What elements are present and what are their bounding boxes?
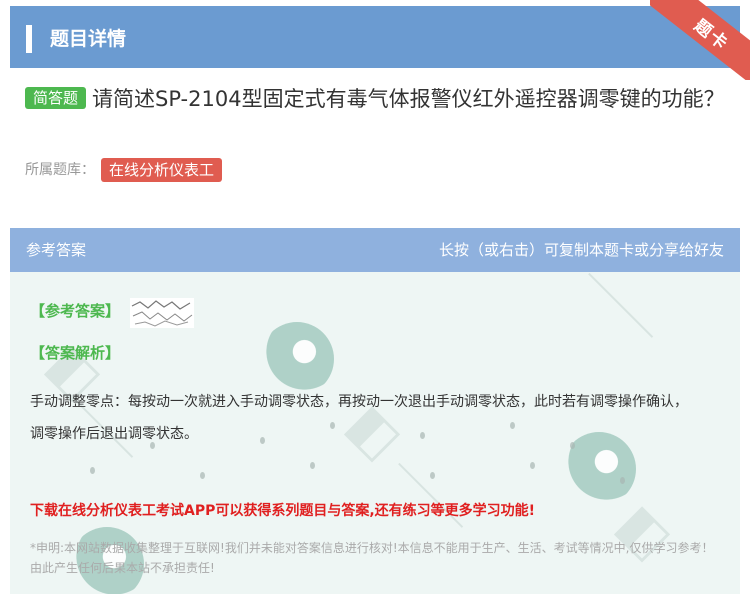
- speckle: [90, 467, 95, 474]
- ribbon-label: 题卡: [650, 0, 750, 80]
- reference-answer-label: 【参考答案】: [30, 302, 121, 320]
- header-accent-bar: [26, 25, 32, 53]
- answer-image-placeholder: [130, 298, 194, 328]
- question-bank-row: 所属题库： 在线分析仪表工: [25, 158, 223, 182]
- header-bar: 题目详情: [10, 6, 740, 68]
- speckle: [530, 462, 535, 469]
- bank-name-link[interactable]: 在线分析仪表工: [101, 158, 223, 182]
- question-text: 请简述SP-2104型固定式有毒气体报警仪红外遥控器调零键的功能？: [92, 87, 725, 111]
- disclaimer-text: *申明:本网站数据收集整理于互联网!我们并未能对答案信息进行核对!本信息不能用于…: [30, 541, 714, 575]
- corner-ribbon: 题卡: [650, 0, 750, 80]
- share-hint: 长按（或右击）可复制本题卡或分享给好友: [438, 241, 724, 259]
- speckle: [200, 472, 205, 479]
- answer-section-label: 参考答案: [26, 241, 87, 259]
- question-card-page: 题目详情 题卡 简答题 请简述SP-2104型固定式有毒气体报警仪红外遥控器调零键…: [0, 0, 750, 594]
- answer-header-bar: 参考答案 长按（或右击）可复制本题卡或分享给好友: [10, 228, 740, 272]
- answer-analysis-text: 手动调整零点：每按动一次就进入手动调零状态，再按动一次退出手动调零状态，此时若有…: [30, 394, 688, 442]
- speckle: [620, 477, 625, 484]
- question-type-tag: 简答题: [25, 87, 87, 109]
- speckle: [430, 472, 435, 479]
- watermark-stripe: [576, 272, 654, 350]
- answer-analysis-label: 【答案解析】: [30, 344, 121, 362]
- watermark-logo-icon: [260, 322, 334, 396]
- question-block: 简答题 请简述SP-2104型固定式有毒气体报警仪红外遥控器调零键的功能？: [25, 80, 730, 118]
- page-title: 题目详情: [50, 28, 127, 50]
- app-download-promo[interactable]: 下载在线分析仪表工考试APP可以获得系列题目与答案,还有练习等更多学习功能!: [30, 500, 535, 522]
- answer-body: ◧ ◧ ◧ 【参考答案】 【答案解析】 手动调整零点：每按动一次就进入手动调零状…: [10, 272, 740, 594]
- speckle: [310, 462, 315, 469]
- bank-label: 所属题库：: [25, 162, 95, 178]
